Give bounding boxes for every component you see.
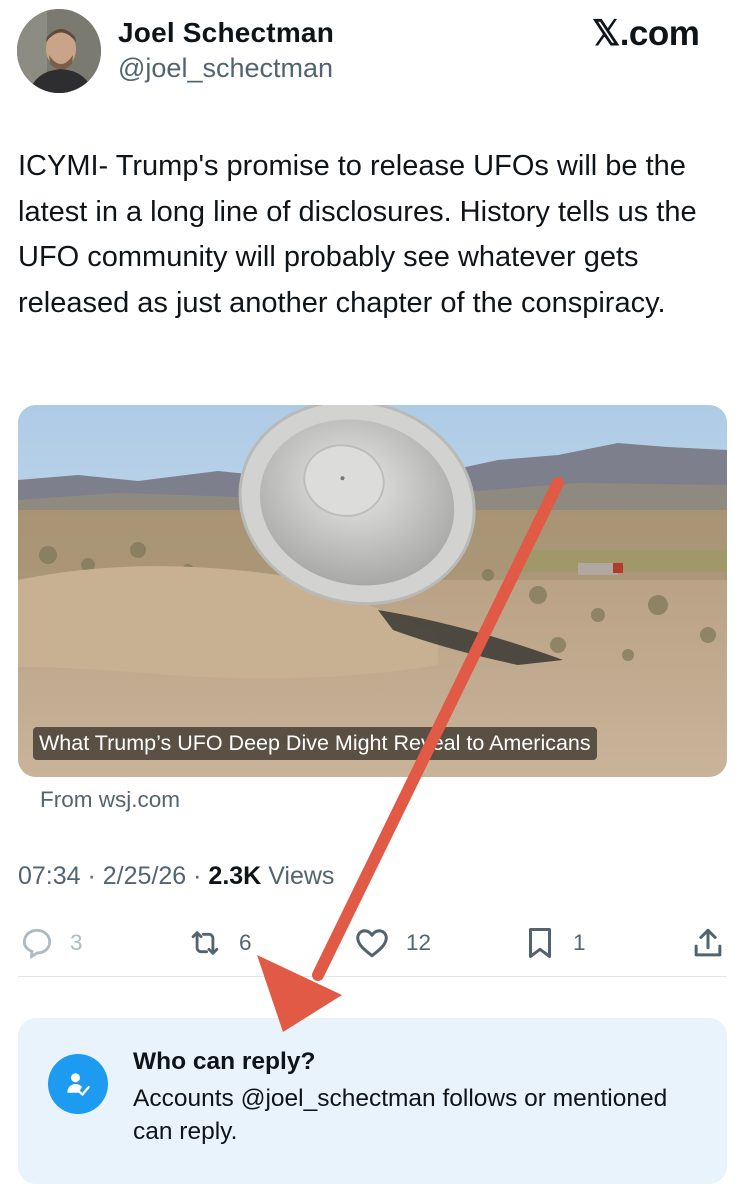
views-label: Views [268,862,335,890]
bookmark-icon [528,928,552,958]
x-logo-brand: 𝕏.com [592,14,700,53]
like-button[interactable]: 12 [352,920,431,966]
reply-count: 3 [70,930,83,955]
card-source[interactable]: From wsj.com [40,787,180,813]
link-card[interactable]: What Trump’s UFO Deep Dive Might Reveal … [18,405,727,777]
share-icon [694,928,722,957]
tweet-date[interactable]: 2/25/26 [103,862,186,890]
author-avatar[interactable] [17,9,101,93]
tweet-text: ICYMI- Trump's promise to release UFOs w… [18,150,697,319]
reply-heading: Who can reply? [133,1048,316,1075]
card-image [18,405,727,777]
who-can-reply-box: Who can reply? Accounts @joel_schectman … [18,1018,727,1184]
repost-count: 6 [239,930,252,955]
reply-restriction-icon [48,1054,108,1114]
bookmark-count: 1 [573,930,586,955]
like-count: 12 [406,930,432,955]
divider [18,976,727,977]
action-bar: 3 6 12 1 [0,920,745,966]
meta-separator: · [186,862,209,890]
author-handle[interactable]: @joel_schectman [118,53,333,84]
card-title: What Trump’s UFO Deep Dive Might Reveal … [33,727,597,760]
reply-button[interactable]: 3 [18,920,83,966]
bookmark-button[interactable]: 1 [521,920,586,966]
tweet-time: 07:34 [18,862,81,890]
author-name[interactable]: Joel Schectman [118,17,334,49]
heart-icon [356,929,388,958]
share-button[interactable] [689,920,727,966]
reply-icon [22,928,52,960]
repost-icon [191,931,219,955]
tweet-meta: 07:34 · 2/25/26 · 2.3K Views [18,862,334,891]
reply-description: Accounts @joel_schectman follows or ment… [133,1085,668,1145]
meta-separator: · [80,862,103,890]
repost-button[interactable]: 6 [185,920,252,966]
views-count: 2.3K [208,862,262,890]
